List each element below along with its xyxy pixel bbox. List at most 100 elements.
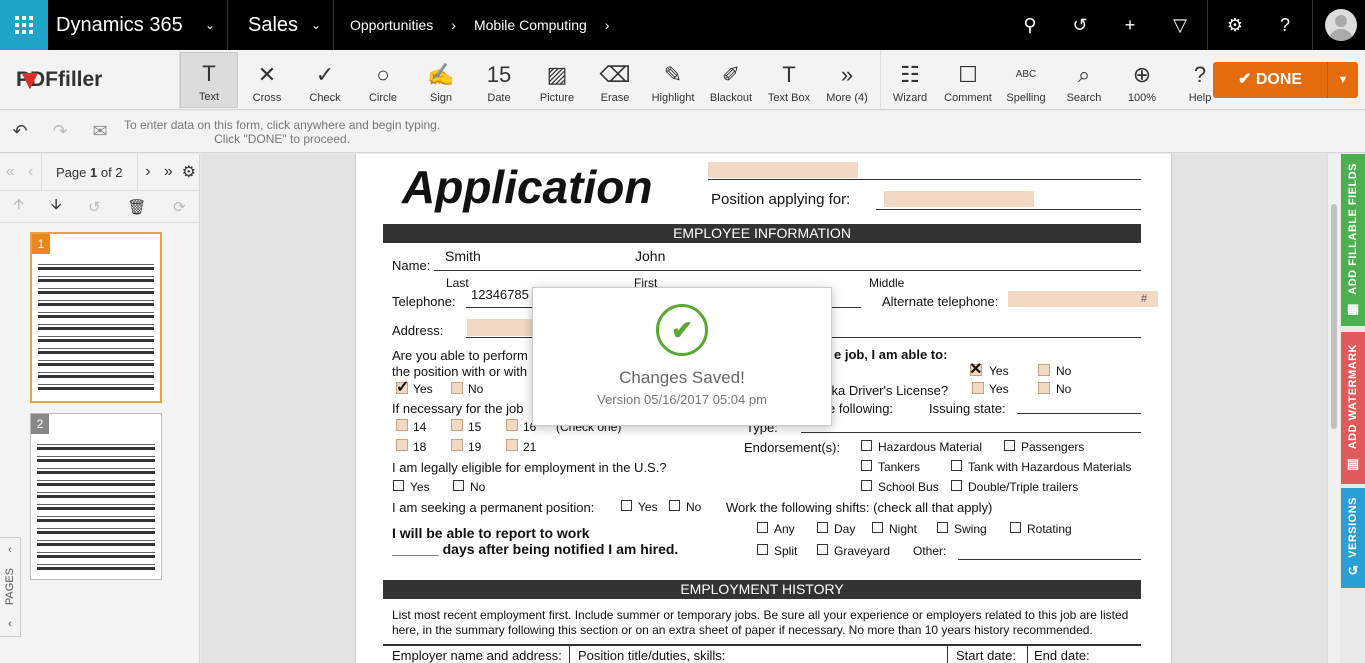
tool-sign[interactable]: ✍ Sign [412, 52, 470, 108]
able-no-checkbox[interactable] [1038, 364, 1050, 376]
brand-menu[interactable]: Dynamics 365 ⌄ [48, 0, 228, 50]
zoom-icon: ⊕ [1132, 61, 1152, 87]
permanent-yes-checkbox[interactable] [621, 500, 632, 511]
tool-blackout[interactable]: ✐ Blackout [702, 52, 760, 108]
alt-telephone-field[interactable] [1008, 291, 1158, 307]
help-icon[interactable]: ? [1260, 0, 1310, 50]
breadcrumb-opportunities[interactable]: Opportunities [350, 17, 433, 33]
shift-split-checkbox[interactable] [757, 544, 768, 555]
tool-comment[interactable]: ☐ Comment [939, 52, 997, 108]
tankers-checkbox[interactable] [861, 460, 872, 471]
age-14-checkbox[interactable] [396, 419, 408, 431]
shift-rotating-checkbox[interactable] [1010, 522, 1021, 533]
tool-circle[interactable]: ○ Circle [354, 52, 412, 108]
app-root: Dynamics 365 ⌄ Sales ⌄ Opportunities › M… [0, 0, 1365, 663]
refresh-icon[interactable]: ⟳ [173, 198, 186, 216]
done-dropdown-icon[interactable]: ▼ [1328, 74, 1358, 86]
tool-wizard[interactable]: ☷ Wizard [881, 52, 939, 108]
eligible-yes-checkbox[interactable] [393, 480, 404, 491]
waffle-icon [15, 16, 33, 34]
rotate-icon[interactable]: ↺ [88, 198, 101, 216]
prev-page-icon[interactable]: ‹ [20, 163, 40, 181]
telephone-value[interactable]: 12346785 [471, 287, 529, 302]
done-button[interactable]: ✔ DONE ▼ [1213, 62, 1358, 98]
age-15-checkbox[interactable] [451, 419, 463, 431]
middle-caption: Middle [869, 276, 905, 290]
search-icon[interactable]: ⚲ [1005, 0, 1055, 50]
tool-picture[interactable]: ▨ Picture [528, 52, 586, 108]
hazardous-checkbox[interactable] [861, 440, 872, 451]
shift-night-checkbox[interactable] [872, 522, 883, 533]
tool-spelling[interactable]: ABC Spelling [997, 52, 1055, 108]
shift-day-checkbox[interactable] [817, 522, 828, 533]
avatar[interactable] [1325, 9, 1357, 41]
app-launcher-button[interactable] [0, 0, 48, 50]
school-bus-checkbox[interactable] [861, 480, 872, 491]
utility-tools: ☷ Wizard ☐ Comment ABC Spelling ⌕ Search ⊕ 100%? H… [881, 52, 1229, 108]
pages-tab[interactable]: ‹ PAGES ‹ [0, 537, 21, 637]
breadcrumb-record[interactable]: Mobile Computing [474, 17, 587, 33]
tool-erase[interactable]: ⌫ Erase [586, 52, 644, 108]
app-menu[interactable]: Sales ⌄ [228, 0, 334, 50]
divider [1312, 0, 1313, 50]
tool-text[interactable]: T Text [180, 51, 238, 108]
age-21-checkbox[interactable] [506, 439, 518, 451]
underline [958, 559, 1141, 560]
tool-check[interactable]: ✓ Check [296, 52, 354, 108]
tank-hazmat-checkbox[interactable] [951, 460, 962, 471]
move-up-icon[interactable]: 🡩 [13, 194, 24, 219]
position-field[interactable] [884, 191, 1034, 207]
move-down-icon[interactable]: 🡫 [51, 194, 62, 219]
tool-zoom[interactable]: ⊕ 100% [1113, 52, 1171, 108]
fillable-field[interactable] [708, 162, 858, 178]
shift-any-checkbox[interactable] [757, 522, 768, 533]
tool-label: Help [1188, 91, 1212, 104]
done-main[interactable]: ✔ DONE [1213, 62, 1328, 98]
add-watermark-label: ADD WATERMARK [1347, 344, 1359, 450]
eligible-no-checkbox[interactable] [453, 480, 464, 491]
last-name-value[interactable]: Smith [445, 248, 481, 264]
trash-icon[interactable]: 🗑 [127, 198, 146, 216]
filter-icon[interactable]: ▽ [1155, 0, 1205, 50]
license-yes-checkbox[interactable] [972, 382, 984, 394]
plus-icon[interactable]: + [1105, 0, 1155, 50]
tool-text-box[interactable]: T Text Box [760, 52, 818, 108]
add-watermark-tab[interactable]: ADD WATERMARK ▤ [1341, 332, 1365, 484]
undo-icon[interactable]: ↶ [0, 121, 40, 142]
redo-icon[interactable]: ↷ [40, 121, 80, 142]
history-icon[interactable]: ↺ [1055, 0, 1105, 50]
perform-no-checkbox[interactable] [451, 382, 463, 394]
gear-icon[interactable]: ⚙ [1210, 0, 1260, 50]
eligible-question: I am legally eligible for employment in … [392, 460, 667, 475]
page-thumbnail-2[interactable]: 2 [30, 413, 162, 580]
next-page-icon[interactable]: › [138, 163, 158, 181]
add-fillable-fields-tab[interactable]: ADD FILLABLE FIELDS ▦ [1341, 154, 1365, 326]
tool-highlight[interactable]: ✎ Highlight [644, 52, 702, 108]
shift-swing-checkbox[interactable] [937, 522, 948, 533]
tool-search[interactable]: ⌕ Search [1055, 52, 1113, 108]
versions-tab[interactable]: VERSIONS ↺ [1341, 488, 1365, 588]
age-16-checkbox[interactable] [506, 419, 518, 431]
shift-graveyard-checkbox[interactable] [817, 544, 828, 555]
vertical-scrollbar[interactable] [1327, 154, 1340, 663]
tool-cross[interactable]: ✕ Cross [238, 52, 296, 108]
no-label: No [1056, 364, 1072, 378]
age-18-checkbox[interactable] [396, 439, 408, 451]
double-triple-checkbox[interactable] [951, 480, 962, 491]
age-19-checkbox[interactable] [451, 439, 463, 451]
license-no-checkbox[interactable] [1038, 382, 1050, 394]
fillable-fields-icon: ▦ [1346, 300, 1360, 316]
tool-date[interactable]: 15 Date [470, 52, 528, 108]
pdf-toolbar: ▼ PDFfiller T Text ✕ Cross ✓ Check ○ Circle ✍ Sig… [0, 49, 1365, 110]
first-page-icon[interactable]: « [0, 163, 20, 181]
scrollbar-thumb[interactable] [1331, 204, 1337, 429]
tool-more[interactable]: » More (4) [818, 52, 876, 108]
last-page-icon[interactable]: » [158, 163, 178, 181]
passengers-checkbox[interactable] [1004, 440, 1015, 451]
gear-icon[interactable]: ⚙ [179, 162, 199, 182]
page-thumbnail-1[interactable]: 1 [30, 232, 162, 403]
dialog-title: Changes Saved! [619, 368, 745, 387]
first-name-value[interactable]: John [635, 248, 665, 264]
permanent-no-checkbox[interactable] [669, 500, 680, 511]
address-field[interactable] [467, 319, 537, 336]
